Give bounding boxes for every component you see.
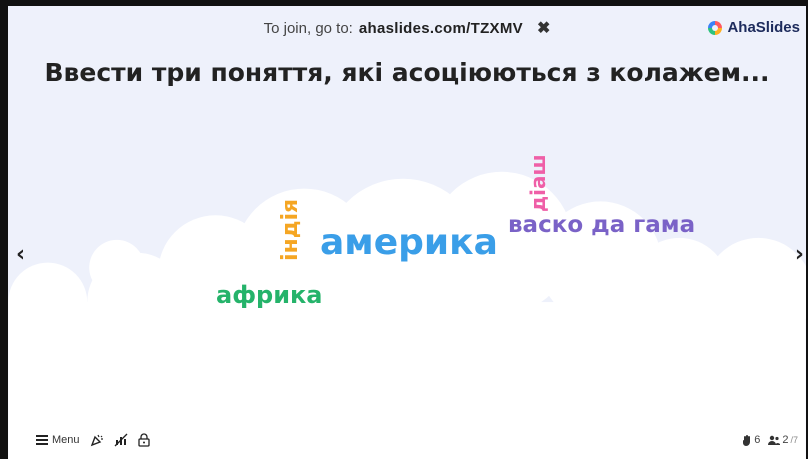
close-banner-icon[interactable]: ✖	[537, 18, 550, 38]
join-label: To join, go to:	[263, 19, 353, 37]
participants-icon	[768, 435, 781, 445]
reactions-icon[interactable]	[90, 433, 104, 447]
prev-slide-button[interactable]: ‹	[16, 242, 25, 267]
word-cloud-item: індія	[278, 198, 303, 261]
word-cloud-item: африка	[216, 281, 323, 309]
word-cloud-item: америка	[320, 222, 498, 263]
join-url[interactable]: ahaslides.com/TZXMV	[359, 20, 523, 37]
slide-title: Ввести три поняття, які асоціюються з ко…	[44, 58, 770, 87]
brand-logo: AhaSlides	[708, 19, 800, 36]
reactions-stat: 6	[742, 434, 760, 446]
footer-controls: Menu	[36, 433, 150, 447]
word-cloud-item: васко да гама	[508, 212, 696, 238]
menu-label: Menu	[52, 434, 80, 446]
ahaslides-logo-icon	[708, 20, 723, 35]
presentation-frame: To join, go to: ahaslides.com/TZXMV ✖ Ah…	[0, 0, 808, 459]
menu-icon	[36, 435, 48, 445]
participants-count: 2	[782, 434, 789, 446]
lock-icon[interactable]	[137, 433, 150, 447]
audience-stats: 6 2/7	[742, 434, 798, 446]
reactions-count: 6	[754, 434, 761, 446]
word-cloud-item: діаш	[526, 154, 550, 212]
participants-total: /7	[790, 435, 798, 445]
join-banner: To join, go to: ahaslides.com/TZXMV ✖	[8, 6, 806, 50]
next-slide-button[interactable]: ›	[795, 242, 804, 267]
hand-icon	[743, 434, 751, 446]
brand-name: AhaSlides	[727, 19, 800, 36]
menu-button[interactable]: Menu	[36, 434, 80, 446]
participants-stat: 2/7	[768, 434, 798, 446]
no-stats-icon[interactable]	[114, 433, 128, 447]
